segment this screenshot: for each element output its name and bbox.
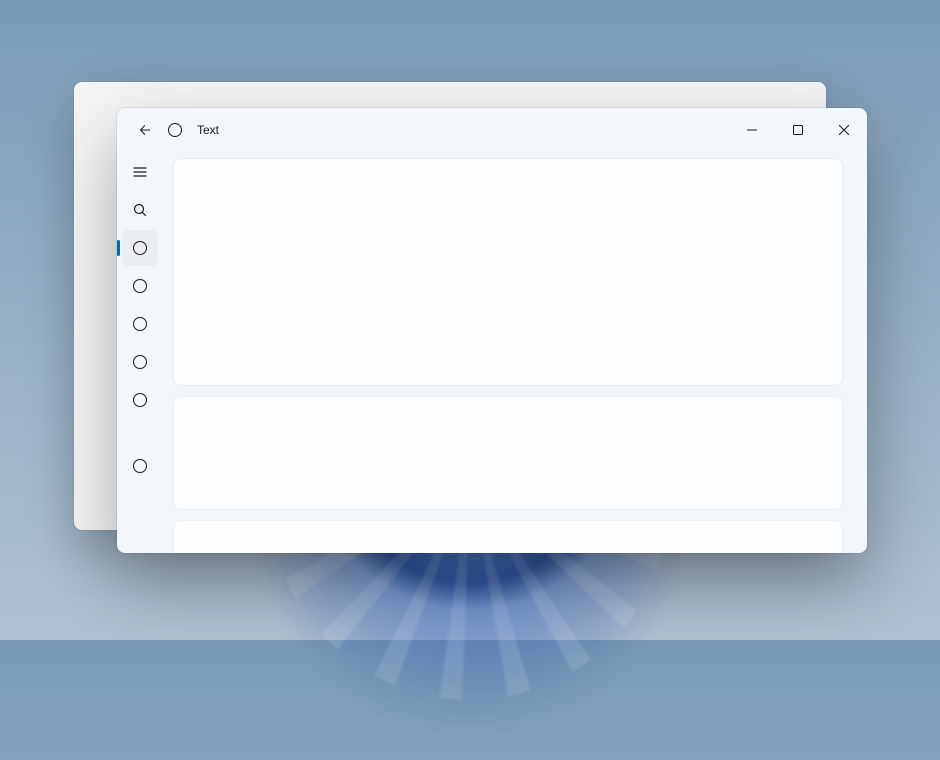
nav-item-5[interactable]	[122, 382, 158, 418]
maximize-button[interactable]	[775, 115, 821, 145]
search-icon	[132, 202, 148, 218]
content-area	[163, 152, 867, 553]
close-button[interactable]	[821, 115, 867, 145]
minimize-button[interactable]	[729, 115, 775, 145]
nav-item-4[interactable]	[122, 344, 158, 380]
foreground-window: Text	[117, 108, 867, 553]
circle-icon	[133, 279, 147, 293]
nav-item-3[interactable]	[122, 306, 158, 342]
circle-icon	[133, 317, 147, 331]
back-arrow-icon	[138, 123, 152, 137]
content-card-1	[173, 158, 843, 386]
app-icon	[165, 120, 185, 140]
circle-icon	[133, 241, 147, 255]
search-button[interactable]	[122, 192, 158, 228]
hamburger-menu-button[interactable]	[122, 154, 158, 190]
circle-icon	[133, 355, 147, 369]
window-title: Text	[197, 123, 219, 137]
circle-icon	[133, 393, 147, 407]
minimize-icon	[747, 125, 757, 135]
circle-icon	[168, 123, 182, 137]
content-card-2	[173, 396, 843, 510]
maximize-icon	[793, 125, 803, 135]
nav-item-1[interactable]	[122, 230, 158, 266]
content-card-3	[173, 520, 843, 553]
navigation-rail	[117, 152, 163, 553]
back-button[interactable]	[129, 114, 161, 146]
nav-item-6[interactable]	[122, 448, 158, 484]
circle-icon	[133, 459, 147, 473]
nav-item-2[interactable]	[122, 268, 158, 304]
hamburger-icon	[132, 164, 148, 180]
titlebar: Text	[117, 108, 867, 152]
close-icon	[839, 125, 849, 135]
